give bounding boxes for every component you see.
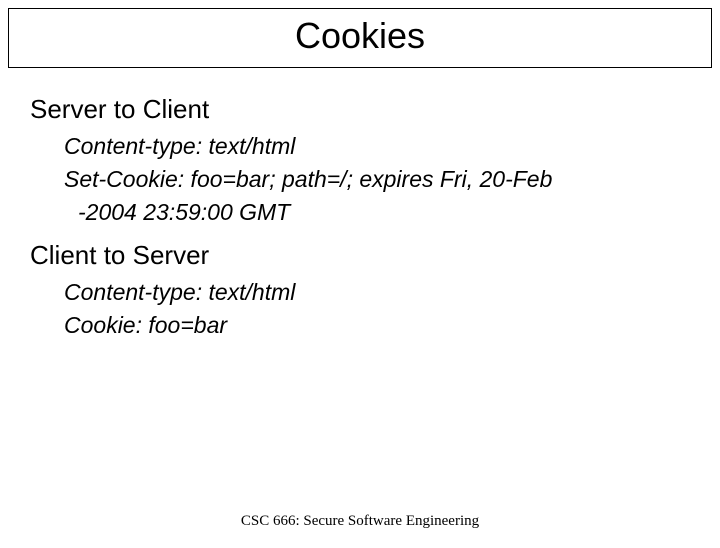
- slide-title-box: Cookies: [8, 8, 712, 68]
- body-text: -2004 23:59:00 GMT: [64, 197, 690, 228]
- section-heading: Client to Server: [30, 240, 690, 271]
- body-text: Set-Cookie: foo=bar; path=/; expires Fri…: [64, 164, 690, 195]
- section-client-to-server: Client to Server Content-type: text/html…: [30, 240, 690, 341]
- section-server-to-client: Server to Client Content-type: text/html…: [30, 94, 690, 228]
- footer-text: CSC 666: Secure Software Engineering: [241, 513, 479, 529]
- slide-footer: CSC 666: Secure Software Engineering: [0, 512, 720, 530]
- body-text: Cookie: foo=bar: [64, 310, 690, 341]
- section-heading: Server to Client: [30, 94, 690, 125]
- slide-title: Cookies: [9, 15, 711, 57]
- slide-content: Server to Client Content-type: text/html…: [0, 68, 720, 341]
- body-text: Content-type: text/html: [64, 277, 690, 308]
- body-text: Content-type: text/html: [64, 131, 690, 162]
